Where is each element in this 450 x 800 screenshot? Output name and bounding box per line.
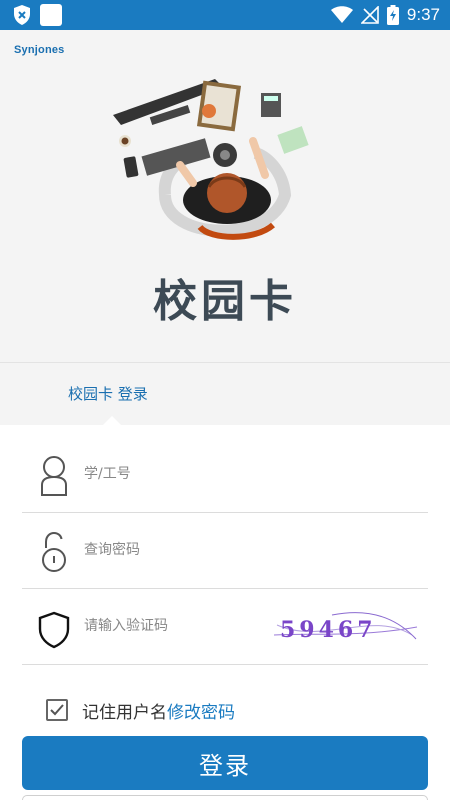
captcha-image[interactable]: 59467 xyxy=(272,605,418,649)
notification-square-icon xyxy=(40,4,62,26)
banner: Synjones 校园卡 xyxy=(0,30,450,362)
login-button[interactable]: 登录 xyxy=(22,736,428,790)
captcha-text: 59467 xyxy=(280,617,377,643)
remember-row: 记住用户名 修改密码 xyxy=(46,695,235,725)
remember-label: 记住用户名 xyxy=(82,702,167,723)
tab-login[interactable]: 校园卡 登录 xyxy=(68,383,148,404)
lock-icon xyxy=(42,531,66,572)
desk-workspace-illustration xyxy=(113,79,309,240)
secondary-button-edge xyxy=(22,795,428,800)
no-signal-icon xyxy=(360,6,379,24)
check-icon xyxy=(50,704,64,716)
status-time: 9:37 xyxy=(406,5,440,24)
remember-checkbox[interactable] xyxy=(46,699,68,721)
tab-strip: 校园卡 登录 xyxy=(0,362,450,426)
username-row xyxy=(22,437,428,513)
brand-logo: Synjones xyxy=(14,44,65,56)
captcha-input[interactable] xyxy=(84,611,264,641)
wifi-icon xyxy=(330,6,353,23)
shield-x-icon xyxy=(14,5,30,25)
status-bar: 9:37 xyxy=(0,0,450,30)
battery-charging-icon xyxy=(386,5,399,25)
login-form: 59467 记住用户名 修改密码 登录 xyxy=(0,425,450,800)
username-input[interactable] xyxy=(84,459,264,489)
status-left xyxy=(12,4,62,26)
shield-icon xyxy=(38,611,70,649)
change-password-link[interactable]: 修改密码 xyxy=(167,698,235,723)
status-right: 9:37 xyxy=(330,4,440,26)
password-row xyxy=(22,513,428,589)
app-title: 校园卡 xyxy=(153,276,297,327)
captcha-row: 59467 xyxy=(22,589,428,665)
user-icon xyxy=(41,456,67,496)
password-input[interactable] xyxy=(84,535,264,565)
